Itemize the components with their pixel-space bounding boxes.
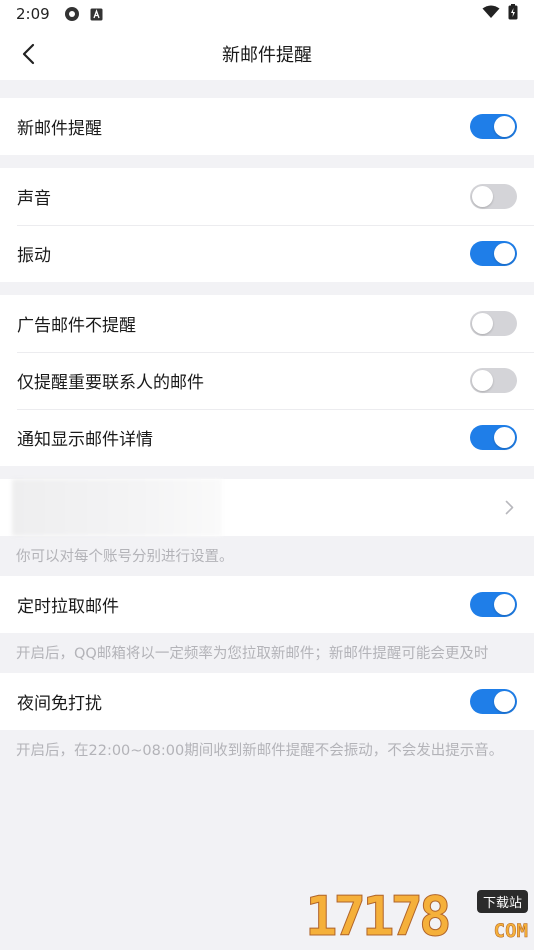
toggle-knob xyxy=(494,691,515,712)
sound-toggle[interactable] xyxy=(470,184,517,209)
account-row[interactable] xyxy=(0,479,534,536)
watermark-badge: 下载站 xyxy=(476,890,528,913)
night-dnd-toggle[interactable] xyxy=(470,689,517,714)
row-new-mail-alert[interactable]: 新邮件提醒 xyxy=(0,98,534,155)
row-label: 通知显示邮件详情 xyxy=(17,430,153,450)
row-label: 广告邮件不提醒 xyxy=(17,316,136,336)
row-vibrate[interactable]: 振动 xyxy=(0,225,534,282)
toggle-knob xyxy=(494,427,515,448)
nav-bar: 新邮件提醒 xyxy=(0,28,534,80)
account-hint: 你可以对每个账号分别进行设置。 xyxy=(16,549,234,565)
a-box-icon xyxy=(90,8,103,21)
app-notification-icon xyxy=(64,6,80,22)
row-ad-mail[interactable]: 广告邮件不提醒 xyxy=(0,295,534,352)
row-label: 振动 xyxy=(17,246,51,266)
wifi-icon xyxy=(482,5,500,23)
row-label: 新邮件提醒 xyxy=(17,119,102,139)
toggle-knob xyxy=(472,186,493,207)
group-dnd: 夜间免打扰 xyxy=(0,673,534,730)
row-label: 声音 xyxy=(17,189,51,209)
watermark-suffix: COM xyxy=(493,920,528,943)
dnd-hint: 开启后，在22:00~08:00期间收到新邮件提醒不会振动，不会发出提示音。 xyxy=(16,743,504,759)
row-night-dnd[interactable]: 夜间免打扰 xyxy=(0,673,534,730)
watermark-logo: 17178 下载站 COM xyxy=(305,885,530,948)
row-sound[interactable]: 声音 xyxy=(0,168,534,225)
toggle-knob xyxy=(494,594,515,615)
toggle-knob xyxy=(494,243,515,264)
battery-icon xyxy=(508,4,518,24)
status-right xyxy=(482,4,518,24)
ad-mail-toggle[interactable] xyxy=(470,311,517,336)
toggle-knob xyxy=(494,116,515,137)
show-details-toggle[interactable] xyxy=(470,425,517,450)
row-show-details[interactable]: 通知显示邮件详情 xyxy=(0,409,534,466)
back-chevron-icon xyxy=(22,43,35,65)
row-label: 仅提醒重要联系人的邮件 xyxy=(17,373,204,393)
back-button[interactable] xyxy=(12,38,44,70)
chevron-right-icon xyxy=(505,500,514,515)
group-sound: 声音 振动 xyxy=(0,168,534,282)
new-mail-alert-toggle[interactable] xyxy=(470,114,517,139)
fetch-hint: 开启后，QQ邮箱将以一定频率为您拉取新邮件；新邮件提醒可能会更及时 xyxy=(16,646,489,662)
status-time: 2:09 xyxy=(16,5,50,23)
status-bar: 2:09 xyxy=(0,0,534,28)
group-main: 新邮件提醒 xyxy=(0,98,534,155)
toggle-knob xyxy=(472,313,493,334)
watermark-digits: 17178 xyxy=(305,885,453,948)
important-only-toggle[interactable] xyxy=(470,368,517,393)
toggle-knob xyxy=(472,370,493,391)
scheduled-fetch-toggle[interactable] xyxy=(470,592,517,617)
vibrate-toggle[interactable] xyxy=(470,241,517,266)
row-scheduled-fetch[interactable]: 定时拉取邮件 xyxy=(0,576,534,633)
row-label: 夜间免打扰 xyxy=(17,694,102,714)
account-blurred xyxy=(12,479,222,536)
group-fetch: 定时拉取邮件 xyxy=(0,576,534,633)
group-filters: 广告邮件不提醒 仅提醒重要联系人的邮件 通知显示邮件详情 xyxy=(0,295,534,466)
page-title: 新邮件提醒 xyxy=(222,45,312,66)
row-important-only[interactable]: 仅提醒重要联系人的邮件 xyxy=(0,352,534,409)
row-label: 定时拉取邮件 xyxy=(17,597,119,617)
